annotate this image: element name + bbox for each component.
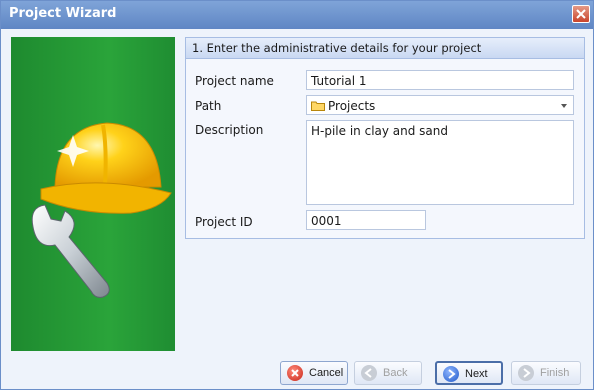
project-id-input[interactable]: 0001 — [306, 210, 426, 230]
path-value: Projects — [328, 99, 376, 113]
project-name-input[interactable]: Tutorial 1 — [306, 70, 574, 90]
finish-label: Finish — [540, 367, 570, 379]
next-label: Next — [465, 368, 488, 380]
next-arrow-icon — [443, 366, 459, 382]
description-textarea[interactable]: H-pile in clay and sand — [306, 120, 574, 205]
description-value: H-pile in clay and sand — [311, 124, 449, 138]
description-label: Description — [195, 123, 264, 137]
project-id-label: Project ID — [195, 215, 253, 229]
hard-hat-wrench-illustration — [31, 122, 172, 298]
finish-icon — [518, 365, 534, 381]
back-label: Back — [383, 367, 408, 379]
close-icon — [576, 9, 586, 19]
project-id-value: 0001 — [311, 214, 342, 228]
close-button[interactable] — [572, 5, 590, 23]
project-wizard-window: Project Wizard 1. Enter the administrati… — [0, 0, 594, 390]
path-dropdown[interactable]: Projects — [306, 95, 574, 115]
title-bar[interactable]: Project Wizard — [1, 1, 593, 29]
folder-icon — [311, 101, 325, 111]
finish-button[interactable]: Finish — [511, 361, 581, 385]
back-arrow-icon — [361, 365, 377, 381]
step-panel: 1. Enter the administrative details for … — [185, 37, 585, 239]
project-name-label: Project name — [195, 74, 274, 88]
cancel-button[interactable]: Cancel — [280, 361, 348, 385]
step-header: 1. Enter the administrative details for … — [186, 38, 584, 59]
cancel-label: Cancel — [309, 367, 344, 379]
chevron-down-icon[interactable] — [561, 104, 567, 108]
cancel-icon — [287, 365, 303, 381]
window-title: Project Wizard — [9, 6, 117, 21]
next-button[interactable]: Next — [435, 361, 503, 385]
path-label: Path — [195, 99, 222, 113]
project-name-value: Tutorial 1 — [311, 74, 367, 88]
back-button[interactable]: Back — [354, 361, 422, 385]
side-banner — [11, 37, 175, 351]
wizard-body: 1. Enter the administrative details for … — [9, 33, 589, 385]
